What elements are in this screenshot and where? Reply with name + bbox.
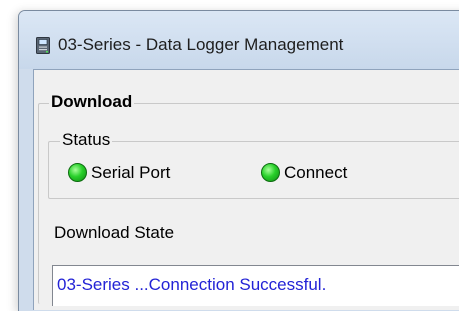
download-group-label: Download: [49, 92, 135, 112]
client-area: Download Status Serial Port Connect Down…: [33, 69, 459, 310]
serial-port-status-label: Serial Port: [91, 163, 171, 182]
download-state-text: 03-Series ...Connection Successful.: [57, 275, 327, 294]
title-bar[interactable]: 03-Series - Data Logger Management: [19, 11, 459, 69]
download-state-label: Download State: [54, 223, 175, 242]
data-logger-app-icon: [36, 37, 50, 54]
status-group-label: Status: [60, 130, 113, 150]
connect-led-icon: [261, 163, 280, 182]
download-state-textbox[interactable]: 03-Series ...Connection Successful.: [52, 265, 459, 306]
connect-status-label: Connect: [284, 163, 348, 182]
window-title: 03-Series - Data Logger Management: [58, 35, 344, 54]
serial-port-led-icon: [68, 163, 87, 182]
app-window: 03-Series - Data Logger Management Downl…: [18, 10, 459, 311]
